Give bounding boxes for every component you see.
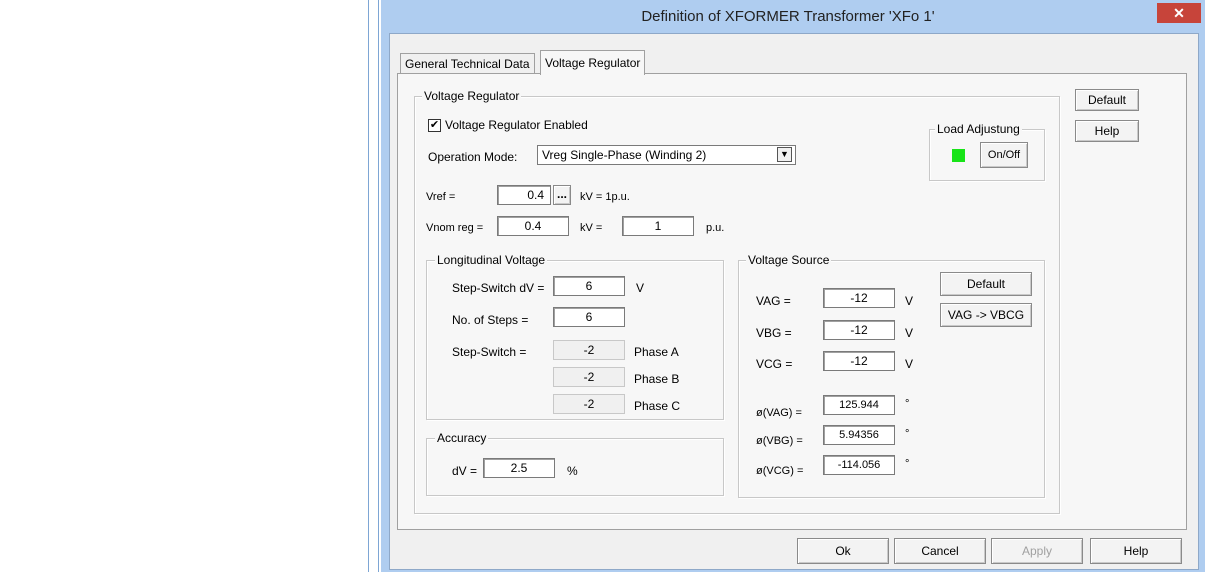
close-icon: ✕ [1173,5,1185,21]
tab-general-technical-data[interactable]: General Technical Data [400,53,535,74]
ok-button[interactable]: Ok [797,538,889,564]
chevron-down-icon[interactable]: ▼ [777,147,792,162]
default-button[interactable]: Default [1075,89,1139,111]
source-default-button[interactable]: Default [940,272,1032,296]
phi-vcg-input[interactable]: -114.056 [823,455,895,475]
phi-vag-input[interactable]: 125.944 [823,395,895,415]
operation-mode-value: Vreg Single-Phase (Winding 2) [542,148,707,162]
degree-unit: ° [905,428,910,440]
phase-c-label: Phase C [634,399,681,413]
vcg-unit: V [905,357,914,371]
status-indicator [952,149,965,162]
degree-unit: ° [905,458,910,470]
step-dv-input[interactable]: 6 [553,276,625,296]
phi-vbg-label: ø(VBG) = [756,435,803,447]
vag-unit: V [905,294,914,308]
vref-label: Vref = [426,191,456,203]
steps-label: No. of Steps = [452,313,529,327]
help-side-button[interactable]: Help [1075,120,1139,142]
vag-input[interactable]: -12 [823,288,895,308]
vnom-pu-unit: p.u. [706,222,725,234]
vag-label: VAG = [756,294,791,308]
dv-input[interactable]: 2.5 [483,458,555,478]
degree-unit: ° [905,398,910,410]
phi-vcg-label: ø(VCG) = [756,465,804,477]
vnom-input[interactable]: 0.4 [497,216,569,236]
pane-divider [378,0,379,572]
dv-unit: % [567,464,578,478]
vnom-pu-input[interactable]: 1 [622,216,694,236]
accuracy-label: Accuracy [435,431,489,445]
phase-c-value: -2 [553,394,625,414]
vbg-label: VBG = [756,326,792,340]
operation-mode-label: Operation Mode: [428,150,518,164]
phase-a-label: Phase A [634,345,679,359]
vref-input[interactable]: 0.4 [497,185,551,205]
voltage-source-label: Voltage Source [746,253,832,267]
window-title: Definition of XFORMER Transformer 'XFo 1… [641,8,935,25]
operation-mode-select[interactable]: Vreg Single-Phase (Winding 2) [537,145,796,165]
regulator-enabled-checkbox[interactable]: ✔ [428,119,441,132]
vcg-label: VCG = [756,357,793,371]
steps-input[interactable]: 6 [553,307,625,327]
phase-a-value: -2 [553,340,625,360]
on-off-button[interactable]: On/Off [980,142,1028,168]
vag-to-vbcg-button[interactable]: VAG -> VBCG [940,303,1032,327]
vcg-input[interactable]: -12 [823,351,895,371]
load-adjusting-label: Load Adjustung [935,122,1022,136]
left-pane [0,0,369,572]
tab-label: Voltage Regulator [545,56,641,70]
vbg-input[interactable]: -12 [823,320,895,340]
vbg-unit: V [905,326,914,340]
tab-label: General Technical Data [405,57,530,71]
step-dv-unit: V [636,281,645,295]
step-switch-label: Step-Switch = [452,345,527,359]
vnom-unit: kV = [580,222,603,234]
phi-vbg-input[interactable]: 5.94356 [823,425,895,445]
apply-button[interactable]: Apply [991,538,1083,564]
vref-browse-button[interactable]: ... [553,185,571,205]
tab-voltage-regulator[interactable]: Voltage Regulator [540,50,646,75]
vnom-label: Vnom reg = [426,222,484,234]
regulator-enabled-label: Voltage Regulator Enabled [445,118,588,132]
phase-b-value: -2 [553,367,625,387]
phase-b-label: Phase B [634,372,680,386]
dv-label: dV = [452,464,478,478]
help-button[interactable]: Help [1090,538,1182,564]
cancel-button[interactable]: Cancel [894,538,986,564]
close-button[interactable]: ✕ [1157,3,1201,23]
phi-vag-label: ø(VAG) = [756,407,802,419]
step-dv-label: Step-Switch dV = [452,281,545,295]
voltage-regulator-group-label: Voltage Regulator [422,89,522,103]
vref-unit: kV = 1p.u. [580,191,630,203]
checkmark-icon: ✔ [429,119,440,131]
longitudinal-voltage-label: Longitudinal Voltage [435,253,548,267]
